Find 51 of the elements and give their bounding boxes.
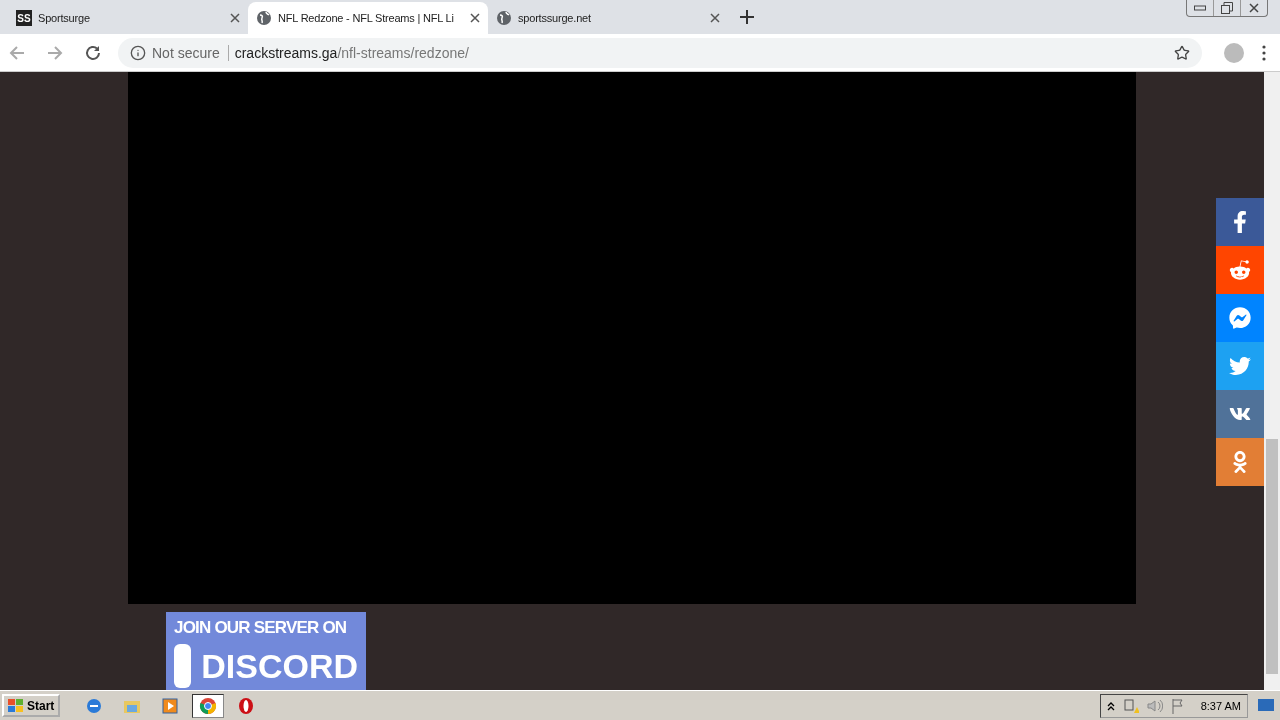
forward-icon[interactable] bbox=[46, 43, 64, 62]
close-icon[interactable] bbox=[710, 13, 720, 23]
banner-heading: JOIN OUR SERVER ON bbox=[174, 618, 348, 639]
share-button[interactable] bbox=[1216, 294, 1264, 342]
minimize-icon bbox=[1194, 5, 1206, 11]
browser-tab[interactable]: sportssurge.net bbox=[488, 2, 728, 34]
windows-flag-icon bbox=[8, 698, 24, 713]
site-logo: SS bbox=[16, 10, 32, 26]
opera-icon bbox=[238, 696, 255, 715]
restore-icon bbox=[1221, 2, 1233, 14]
more-icon[interactable] bbox=[1262, 44, 1266, 61]
share-button[interactable] bbox=[1216, 390, 1264, 438]
alien-head-icon bbox=[1229, 259, 1251, 281]
reload-icon[interactable] bbox=[84, 43, 102, 62]
browser-tab[interactable]: NFL Redzone - NFL Streams | NFL Li bbox=[248, 2, 488, 34]
back-icon[interactable] bbox=[8, 43, 26, 62]
share-button[interactable] bbox=[1216, 198, 1264, 246]
banner-title: DISCORD bbox=[201, 646, 358, 686]
chevron-up-icon[interactable] bbox=[1106, 700, 1115, 711]
globe-icon bbox=[256, 10, 272, 26]
taskbar-app[interactable] bbox=[192, 693, 225, 718]
play-icon bbox=[162, 697, 179, 714]
share-button[interactable] bbox=[1216, 342, 1264, 390]
url-text: crackstreams.ga/nfl-streams/redzone/ bbox=[234, 44, 470, 61]
tab-title: NFL Redzone - NFL Streams | NFL Li bbox=[278, 12, 455, 24]
speaker-icon[interactable] bbox=[1146, 698, 1163, 713]
scrollbar[interactable] bbox=[1264, 72, 1280, 690]
share-button[interactable] bbox=[1216, 438, 1264, 486]
close-icon[interactable] bbox=[230, 13, 240, 23]
bird-icon bbox=[1229, 355, 1251, 377]
network-warning-icon[interactable] bbox=[1122, 697, 1139, 714]
tab-title: sportssurge.net bbox=[518, 12, 592, 24]
share-button[interactable] bbox=[1216, 246, 1264, 294]
globe-icon bbox=[496, 10, 512, 26]
tab-title: Sportsurge bbox=[38, 12, 91, 24]
new-tab-icon[interactable] bbox=[740, 10, 754, 24]
avatar[interactable] bbox=[1224, 42, 1244, 63]
close-icon bbox=[1249, 3, 1259, 13]
security-label: Not secure bbox=[152, 44, 229, 61]
chat-bubble-icon bbox=[1229, 307, 1251, 329]
start-button[interactable]: Start bbox=[2, 694, 61, 717]
info-icon bbox=[130, 44, 146, 61]
chrome-icon bbox=[199, 696, 218, 715]
address-bar[interactable]: Not secure crackstreams.ga/nfl-streams/redzone/ bbox=[118, 37, 1202, 68]
star-icon[interactable] bbox=[1174, 44, 1190, 61]
browser-tab[interactable]: SS Sportsurge bbox=[8, 2, 248, 34]
flag-icon[interactable] bbox=[1170, 697, 1185, 714]
clock[interactable]: 8:37 AM bbox=[1200, 699, 1241, 712]
show-desktop-icon[interactable] bbox=[1258, 698, 1274, 713]
close-icon[interactable] bbox=[470, 13, 480, 23]
scroll-thumb[interactable] bbox=[1266, 439, 1278, 674]
